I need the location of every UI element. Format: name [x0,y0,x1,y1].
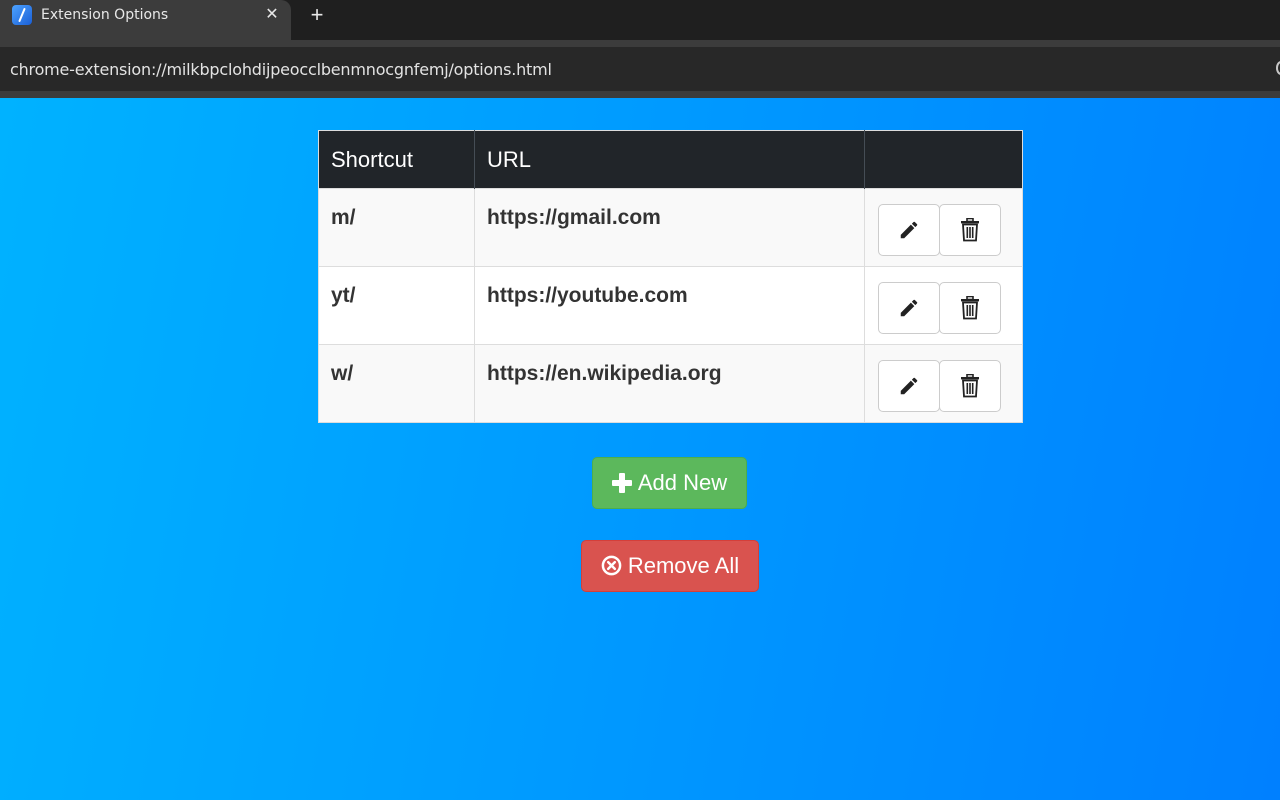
table-row: m/ https://gmail.com [318,188,1023,267]
options-page: Shortcut URL m/ https://gmail.com yt/ ht… [0,98,1280,800]
trash-icon [961,296,979,320]
times-circle-icon [601,555,622,576]
actions-cell [864,266,1023,345]
table-row: yt/ https://youtube.com [318,266,1023,345]
remove-all-label: Remove All [627,553,740,578]
pencil-icon [900,299,918,317]
browser-tab-bar: Extension Options ✕ + [0,0,1280,40]
edit-button[interactable] [878,204,940,256]
actions-cell [864,188,1023,267]
shortcut-cell: w/ [318,344,475,423]
close-tab-icon[interactable]: ✕ [262,5,282,25]
delete-button[interactable] [939,282,1001,334]
add-new-label: Add New [637,470,728,495]
extension-favicon-icon [12,5,32,25]
new-tab-icon[interactable]: + [306,4,328,26]
actions-cell [864,344,1023,423]
header-url: URL [474,130,865,189]
add-new-button[interactable]: Add New [592,457,747,509]
table-header-row: Shortcut URL [318,130,1023,189]
tab-title: Extension Options [41,7,169,23]
shortcut-cell: m/ [318,188,475,267]
browser-tab[interactable]: Extension Options ✕ [0,0,291,40]
edit-button[interactable] [878,282,940,334]
pencil-icon [900,221,918,239]
delete-button[interactable] [939,360,1001,412]
browser-toolbar: chrome-extension://milkbpclohdijpeocclbe… [0,40,1280,98]
pencil-icon [900,377,918,395]
header-actions [864,130,1023,189]
table-row: w/ https://en.wikipedia.org [318,344,1023,423]
trash-icon [961,374,979,398]
remove-all-button[interactable]: Remove All [581,540,759,592]
address-bar-url[interactable]: chrome-extension://milkbpclohdijpeocclbe… [10,60,552,79]
edit-button[interactable] [878,360,940,412]
address-bar[interactable]: chrome-extension://milkbpclohdijpeocclbe… [0,47,1280,91]
plus-icon [611,473,632,493]
header-shortcut: Shortcut [318,130,475,189]
url-cell: https://youtube.com [474,266,865,345]
trash-icon [961,218,979,242]
url-cell: https://gmail.com [474,188,865,267]
shortcut-cell: yt/ [318,266,475,345]
delete-button[interactable] [939,204,1001,256]
address-bar-action-icon[interactable] [1276,61,1280,75]
url-cell: https://en.wikipedia.org [474,344,865,423]
shortcuts-table: Shortcut URL m/ https://gmail.com yt/ ht… [318,130,1023,423]
